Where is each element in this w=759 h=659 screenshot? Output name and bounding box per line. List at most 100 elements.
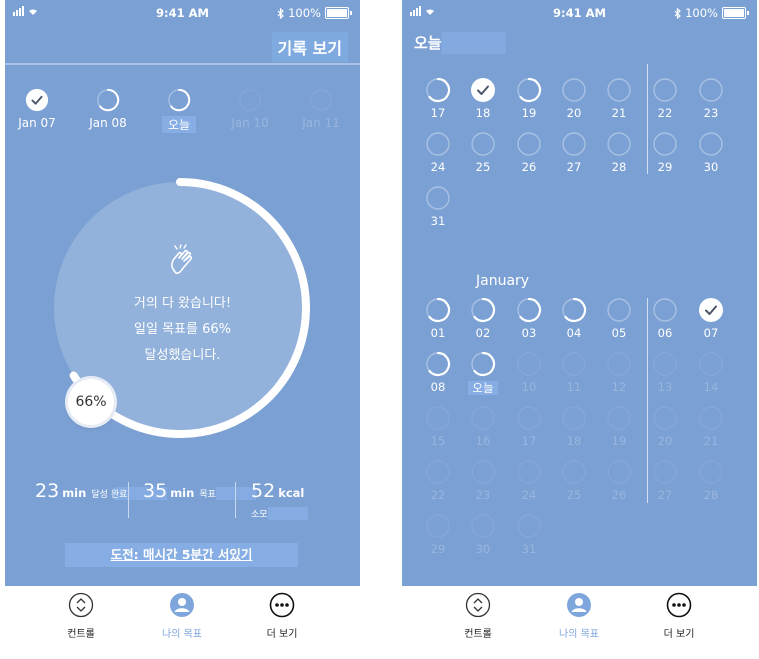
progress-ring-icon xyxy=(517,77,542,103)
empty-ring-icon xyxy=(471,514,495,538)
calendar-day[interactable]: 29 xyxy=(645,131,685,174)
calendar-day[interactable]: 31 xyxy=(418,185,458,228)
empty-ring-icon xyxy=(562,406,586,430)
month-label: January xyxy=(476,273,530,289)
progress-message: 거의 다 왔습니다! 일일 목표를 66% 달성했습니다. xyxy=(5,291,360,369)
calendar-day[interactable]: 23 xyxy=(691,77,731,120)
calendar-day-label: 21 xyxy=(611,106,627,120)
calendar-day-label: 27 xyxy=(566,160,582,174)
calendar-day[interactable]: 오늘 xyxy=(463,351,503,396)
calendar-day[interactable]: 18 xyxy=(554,405,594,448)
calendar-day[interactable]: 20 xyxy=(554,77,594,120)
calendar-day-label: 07 xyxy=(703,326,719,340)
calendar-day-label: 12 xyxy=(611,380,627,394)
empty-ring-icon xyxy=(562,78,586,102)
calendar-day[interactable]: 21 xyxy=(599,77,639,120)
challenge-text: 도전: 매시간 5분간 서있기 xyxy=(110,547,253,562)
empty-ring-icon xyxy=(517,132,541,156)
calendar-day[interactable]: 20 xyxy=(645,405,685,448)
calendar-day[interactable]: 30 xyxy=(691,131,731,174)
progress-ring-icon xyxy=(426,77,451,103)
user-icon xyxy=(567,593,591,617)
calendar-day[interactable]: 21 xyxy=(691,405,731,448)
tab-control[interactable]: 컨트롤 xyxy=(41,592,121,640)
calendar-day-label: 26 xyxy=(611,488,627,502)
more-icon xyxy=(269,592,295,618)
calendar-day[interactable]: 24 xyxy=(509,459,549,502)
empty-ring-icon xyxy=(653,298,677,322)
calendar-day[interactable]: 07 xyxy=(691,297,731,340)
calendar-day[interactable]: 26 xyxy=(599,459,639,502)
calendar-day[interactable]: 28 xyxy=(691,459,731,502)
calendar-day[interactable]: 22 xyxy=(645,77,685,120)
calendar-day[interactable]: 22 xyxy=(418,459,458,502)
stat-unit: min xyxy=(170,486,195,500)
calendar-day-label: 25 xyxy=(566,488,582,502)
calendar-day[interactable]: 03 xyxy=(509,297,549,340)
calendar-day[interactable]: 12 xyxy=(599,351,639,394)
stat-divider xyxy=(235,482,236,518)
calendar-screen-content: 9:41 AM 100% 오늘 17 18 19 20 21 22 23 24 25 26 27 28… xyxy=(402,0,757,586)
calendar-day[interactable]: 25 xyxy=(463,131,503,174)
calendar-day[interactable]: 01 xyxy=(418,297,458,340)
stat-calories: 52 kcal 소모 xyxy=(251,480,360,521)
calendar-day-label: 13 xyxy=(657,380,673,394)
calendar-day[interactable]: 06 xyxy=(645,297,685,340)
calendar-day[interactable]: 19 xyxy=(599,405,639,448)
calendar-day-label: 26 xyxy=(521,160,537,174)
calendar-day[interactable]: 13 xyxy=(645,351,685,394)
challenge-link[interactable]: 도전: 매시간 5분간 서있기 xyxy=(65,543,298,567)
week-divider xyxy=(647,298,648,503)
empty-ring-icon xyxy=(607,352,631,376)
calendar-day-label: 14 xyxy=(703,380,719,394)
calendar-day-label: 28 xyxy=(703,488,719,502)
empty-ring-icon xyxy=(699,352,723,376)
calendar-day[interactable]: 14 xyxy=(691,351,731,394)
calendar-day[interactable]: 24 xyxy=(418,131,458,174)
battery-icon xyxy=(722,7,746,19)
calendar-day[interactable]: 11 xyxy=(554,351,594,394)
calendar-day[interactable]: 23 xyxy=(463,459,503,502)
calendar-day-label: 20 xyxy=(657,434,673,448)
calendar-day[interactable]: 17 xyxy=(509,405,549,448)
tab-label: 컨트롤 xyxy=(67,629,95,640)
calendar-day-label: 29 xyxy=(657,160,673,174)
calendar-day[interactable]: 25 xyxy=(554,459,594,502)
calendar-day[interactable]: 17 xyxy=(418,77,458,120)
empty-ring-icon xyxy=(562,352,586,376)
calendar-day[interactable]: 15 xyxy=(418,405,458,448)
calendar-day[interactable]: 29 xyxy=(418,513,458,556)
tab-more[interactable]: 더 보기 xyxy=(639,592,719,640)
tab-more[interactable]: 더 보기 xyxy=(242,592,322,640)
calendar-day[interactable]: 26 xyxy=(509,131,549,174)
calendar-day[interactable]: 28 xyxy=(599,131,639,174)
status-bar: 9:41 AM 100% xyxy=(402,0,757,28)
stat-label: 목표 xyxy=(199,487,256,500)
calendar-day-label: 23 xyxy=(703,106,719,120)
stat-value: 52 xyxy=(251,480,276,502)
tab-my-goal[interactable]: 나의 목표 xyxy=(539,592,619,640)
calendar-day-label: 10 xyxy=(521,380,537,394)
calendar-day[interactable]: 19 xyxy=(509,77,549,120)
calendar-day[interactable]: 18 xyxy=(463,77,503,120)
tab-control[interactable]: 컨트롤 xyxy=(438,592,518,640)
calendar-day[interactable]: 16 xyxy=(463,405,503,448)
empty-ring-icon xyxy=(653,352,677,376)
more-icon xyxy=(666,592,692,618)
calendar-day[interactable]: 05 xyxy=(599,297,639,340)
calendar-day[interactable]: 10 xyxy=(509,351,549,394)
empty-ring-icon xyxy=(426,514,450,538)
calendar-day[interactable]: 08 xyxy=(418,351,458,394)
calendar-day[interactable]: 02 xyxy=(463,297,503,340)
message-line: 일일 목표를 66% xyxy=(134,322,231,337)
calendar-day-label: 24 xyxy=(430,160,446,174)
calendar-day[interactable]: 27 xyxy=(645,459,685,502)
empty-ring-icon xyxy=(562,460,586,484)
chevron-up-down-icon xyxy=(68,592,94,618)
calendar-day[interactable]: 30 xyxy=(463,513,503,556)
calendar-day[interactable]: 04 xyxy=(554,297,594,340)
tab-my-goal[interactable]: 나의 목표 xyxy=(142,592,222,640)
empty-ring-icon xyxy=(426,132,450,156)
calendar-day[interactable]: 27 xyxy=(554,131,594,174)
calendar-day[interactable]: 31 xyxy=(509,513,549,556)
